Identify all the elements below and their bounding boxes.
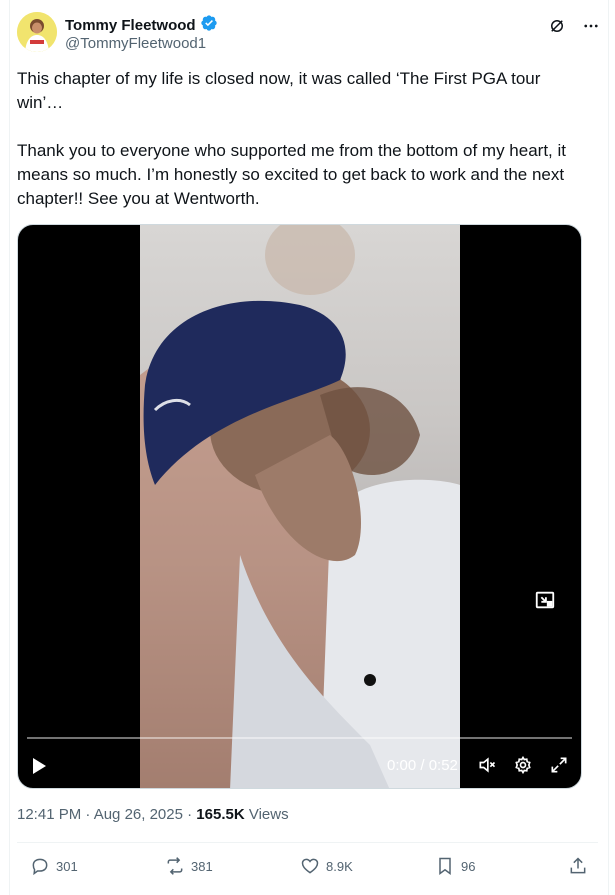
tweet-meta: 12:41 PM · Aug 26, 2025 · 165.5K Views <box>17 806 289 823</box>
video-progress-bar[interactable] <box>27 737 572 739</box>
video-time: 0:00 / 0:52 <box>387 757 458 774</box>
volume-icon[interactable] <box>477 755 497 775</box>
reply-button[interactable]: 301 <box>30 856 78 876</box>
author-display-name[interactable]: Tommy Fleetwood <box>65 17 196 34</box>
repost-icon <box>167 857 183 875</box>
video-frame <box>140 225 460 788</box>
more-icon[interactable] <box>581 16 601 36</box>
picture-in-picture-button[interactable] <box>526 581 564 619</box>
views-count[interactable]: 165.5K <box>196 806 244 823</box>
author-avatar[interactable] <box>17 12 57 52</box>
repost-button[interactable]: 381 <box>165 856 213 876</box>
bookmark-button[interactable]: 96 <box>435 856 475 876</box>
author-handle[interactable]: @TommyFleetwood1 <box>65 35 206 52</box>
pip-icon <box>535 591 555 609</box>
settings-gear-icon[interactable] <box>513 755 533 775</box>
tweet-text: This chapter of my life is closed now, i… <box>17 69 566 208</box>
views-label: Views <box>244 806 289 823</box>
bookmark-count: 96 <box>461 858 476 874</box>
reply-count: 301 <box>56 858 78 874</box>
grok-icon[interactable] <box>547 16 567 36</box>
meta-separator: · <box>182 806 197 823</box>
verified-badge-icon <box>200 14 218 37</box>
video-player[interactable]: 0:00 / 0:52 <box>17 224 582 789</box>
video-control-icons <box>477 755 569 775</box>
fullscreen-icon[interactable] <box>549 755 569 775</box>
like-button[interactable]: 8.9K <box>300 856 353 876</box>
repost-count: 381 <box>191 858 213 874</box>
name-row: Tommy Fleetwood <box>65 14 218 37</box>
reply-icon <box>32 858 48 876</box>
tweet-header: Tommy Fleetwood @TommyFleetwood1 <box>17 12 601 56</box>
divider <box>17 842 598 843</box>
play-icon <box>33 758 46 774</box>
play-button[interactable] <box>30 756 48 781</box>
like-count: 8.9K <box>326 858 353 874</box>
tweet-timestamp[interactable]: 12:41 PM · Aug 26, 2025 <box>17 806 183 823</box>
video-controls: 0:00 / 0:52 <box>18 751 581 781</box>
header-actions <box>547 16 601 36</box>
share-icon <box>570 857 586 874</box>
bookmark-icon <box>439 857 451 875</box>
share-button[interactable] <box>568 856 588 876</box>
tweet-actions: 301 381 8.9K 96 <box>17 856 598 880</box>
heart-icon <box>301 858 319 874</box>
